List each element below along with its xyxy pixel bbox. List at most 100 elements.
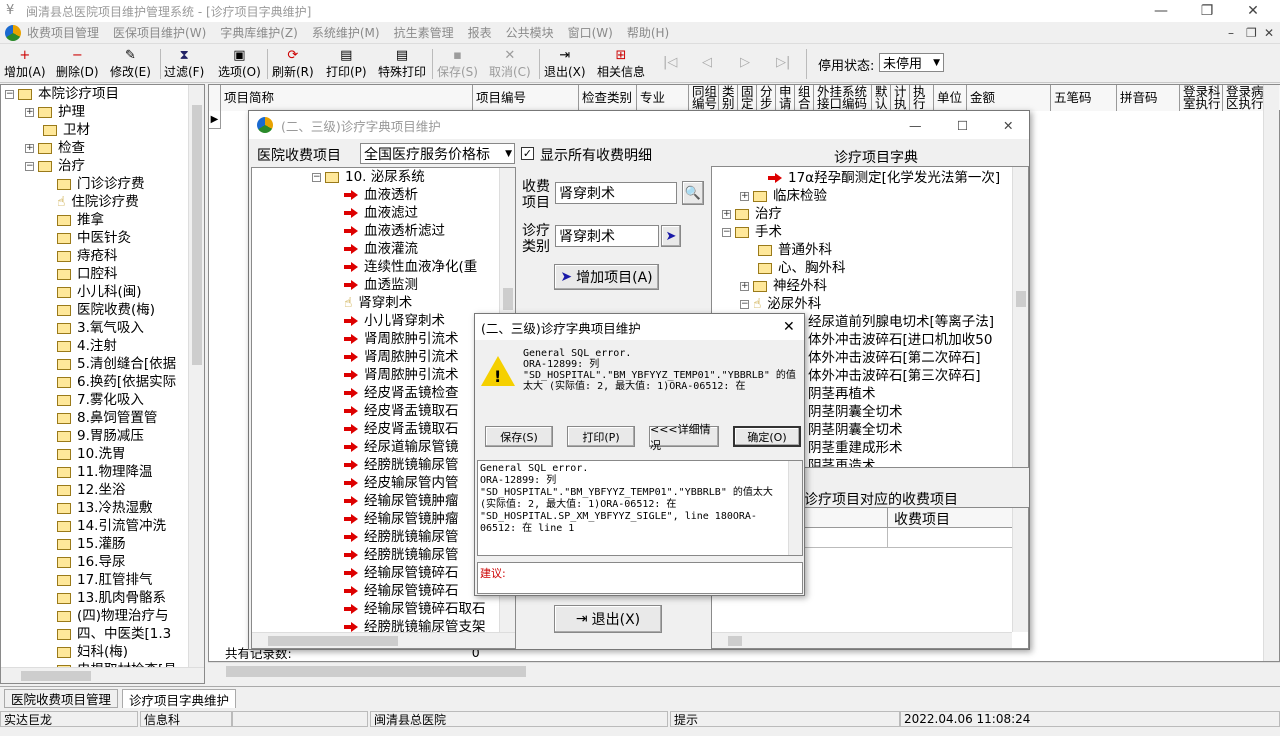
expand-icon[interactable]: + xyxy=(740,281,749,291)
edit-button[interactable]: ✎ 修改(E) xyxy=(110,47,151,81)
fee-source-select[interactable]: 全国医疗服务价格标 ▼ xyxy=(360,143,515,164)
search-button[interactable]: 🔍 xyxy=(682,181,704,205)
menu-dictionary[interactable]: 字典库维护(Z) xyxy=(220,24,298,41)
save-button[interactable]: ▪ 保存(S) xyxy=(437,47,478,81)
suggestion-box[interactable]: 建议: xyxy=(477,562,803,594)
col-amount[interactable]: 金额 xyxy=(967,85,1051,111)
col-exec[interactable]: 执行 xyxy=(910,85,934,111)
expand-icon[interactable]: + xyxy=(25,143,34,153)
tree-item[interactable]: 10.洗胃 xyxy=(57,445,125,463)
error-details-button[interactable]: <<<详细情况 xyxy=(649,423,719,452)
tree-item[interactable]: 卫材 xyxy=(43,121,90,139)
add-button[interactable]: + 增加(A) xyxy=(4,47,46,81)
dict-tree-item[interactable]: 体外冲击波碎石[进口机加收50 xyxy=(808,331,992,349)
tree-item[interactable]: 中医针灸 xyxy=(57,229,131,247)
fee-item-input[interactable]: 肾穿刺术 xyxy=(555,182,677,204)
close-button[interactable]: ✕ xyxy=(1230,0,1276,22)
tree-item[interactable]: + 检查 xyxy=(25,139,85,157)
fee-tree-item[interactable]: 小儿肾穿刺术 xyxy=(344,312,445,330)
dict-tree-item[interactable]: 阴茎重建成形术 xyxy=(808,439,903,457)
col-exam-type[interactable]: 检查类别 xyxy=(579,85,637,111)
col-wubi[interactable]: 五笔码 xyxy=(1051,85,1117,111)
dict-close-button[interactable]: ✕ xyxy=(1003,118,1013,133)
dict-tree-item[interactable]: 经尿道前列腺电切术[等离子法] xyxy=(808,313,994,331)
menu-help[interactable]: 帮助(H) xyxy=(627,24,669,41)
col-combo[interactable]: 组合 xyxy=(795,85,814,111)
fee-tree-item[interactable]: 血液滤过 xyxy=(344,204,418,222)
tab-fee-items[interactable]: 医院收费项目管理 xyxy=(4,689,119,708)
dict-tree-item[interactable]: − ☝ 泌尿外科 xyxy=(740,295,821,313)
dict-max-button[interactable]: ☐ xyxy=(957,118,968,133)
tree-item[interactable]: 痔疮科 xyxy=(57,247,118,265)
fee-tree-item[interactable]: 经皮肾盂镜取石 xyxy=(344,420,459,438)
collapse-icon[interactable]: − xyxy=(740,299,749,309)
print-button[interactable]: ▤ 打印(P) xyxy=(326,47,367,81)
restore-button[interactable]: ❐ xyxy=(1184,0,1230,22)
tree-item[interactable]: 四、中医类[1.3 xyxy=(57,625,171,643)
fee-tree-item[interactable]: 经输尿管镜碎石 xyxy=(344,582,459,600)
tree-item[interactable]: 4.注射 xyxy=(57,337,117,355)
add-item-button[interactable]: ➤ 增加项目(A) xyxy=(554,264,659,290)
tree-item[interactable]: 口腔科 xyxy=(57,265,118,283)
fee-tree-item[interactable]: 经输尿管镜碎石取石 xyxy=(344,600,486,618)
fee-tree-item[interactable]: 经皮肾盂镜检查 xyxy=(344,384,459,402)
fee-tree-item[interactable]: 经输尿管镜碎石 xyxy=(344,564,459,582)
fee-tree-item[interactable]: 肾周脓肿引流术 xyxy=(344,348,459,366)
menu-reports[interactable]: 报表 xyxy=(468,24,492,41)
exit-button[interactable]: ⇥ 退出(X) xyxy=(544,47,586,81)
fee-tree-item[interactable]: 肾周脓肿引流术 xyxy=(344,330,459,348)
fee-tree-item[interactable]: 经膀胱镜输尿管 xyxy=(344,528,459,546)
collapse-icon[interactable]: − xyxy=(722,227,731,237)
next-record-icon[interactable]: ▷ xyxy=(740,55,750,70)
special-print-button[interactable]: ▤ 特殊打印 xyxy=(378,47,426,81)
fee-tree-item[interactable]: 血液透析 xyxy=(344,186,418,204)
menu-insurance[interactable]: 医保项目维护(W) xyxy=(113,24,206,41)
category-input[interactable]: 肾穿刺术 xyxy=(555,225,659,247)
error-detail-scroll[interactable] xyxy=(788,461,802,555)
lower-vscroll[interactable] xyxy=(1012,508,1028,632)
dict-tree-item[interactable]: 阴茎阴囊全切术 xyxy=(808,421,903,439)
tree-item[interactable]: − 治疗 xyxy=(25,157,85,175)
error-ok-button[interactable]: 确定(O) xyxy=(733,426,801,447)
tree-item[interactable]: 11.物理降温 xyxy=(57,463,152,481)
fee-tree-item[interactable]: 经输尿管镜肿瘤 xyxy=(344,492,459,510)
expand-icon[interactable]: + xyxy=(722,209,731,219)
tree-item[interactable]: 13.肌肉骨骼系 xyxy=(57,589,166,607)
tree-item[interactable]: 15.灌肠 xyxy=(57,535,125,553)
fee-tree-item[interactable]: 连续性血液净化(重 xyxy=(344,258,477,276)
col-apply[interactable]: 申请 xyxy=(776,85,795,111)
dict-tree-item[interactable]: 阴茎再植术 xyxy=(808,385,876,403)
filter-button[interactable]: ⧗ 过滤(F) xyxy=(164,47,204,81)
tree-item[interactable]: 门诊诊疗费 xyxy=(57,175,145,193)
dict-tree-item[interactable]: + 神经外科 xyxy=(740,277,827,295)
fee-tree-item[interactable]: 经输尿管镜肿瘤 xyxy=(344,510,459,528)
collapse-icon[interactable]: − xyxy=(5,89,14,99)
tree-item[interactable]: 6.换药[依据实际 xyxy=(57,373,176,391)
col-abbr[interactable]: 项目简称 xyxy=(221,85,473,111)
dict-tree-item[interactable]: 阴茎再造术 xyxy=(808,457,876,467)
col-default[interactable]: 默认 xyxy=(872,85,891,111)
col-ward-exec[interactable]: 登录病区执行 xyxy=(1223,85,1265,111)
lower-hscroll[interactable] xyxy=(712,632,1012,648)
col-step[interactable]: 分步 xyxy=(757,85,776,111)
col-pinyin[interactable]: 拼音码 xyxy=(1117,85,1180,111)
minimize-button[interactable]: — xyxy=(1138,0,1184,22)
fee-tree-item[interactable]: 经膀胱镜输尿管 xyxy=(344,546,459,564)
lower-col-fee[interactable]: 收费项目 xyxy=(894,509,950,529)
expand-icon[interactable]: + xyxy=(25,107,34,117)
tree-item[interactable]: 12.坐浴 xyxy=(57,481,125,499)
error-print-button[interactable]: 打印(P) xyxy=(567,426,635,447)
fee-tree-item[interactable]: 经尿道输尿管镜 xyxy=(344,438,459,456)
fee-tree-hscroll[interactable] xyxy=(252,632,515,648)
mdi-restore-button[interactable]: ❐ xyxy=(1246,26,1257,40)
first-record-icon[interactable]: |◁ xyxy=(663,55,677,70)
left-tree-vscroll[interactable] xyxy=(188,85,204,669)
tree-item[interactable]: 14.引流管冲洗 xyxy=(57,517,166,535)
dict-min-button[interactable]: — xyxy=(909,118,922,133)
dict-tree-vscroll[interactable] xyxy=(1012,167,1028,467)
tree-item[interactable]: 妇科(梅) xyxy=(57,643,128,661)
mdi-min-button[interactable]: – xyxy=(1228,26,1234,40)
tree-item[interactable]: 推拿 xyxy=(57,211,104,229)
dict-exit-button[interactable]: ⇥ 退出(X) xyxy=(554,605,662,633)
fee-tree-item[interactable]: 经皮肾盂镜取石 xyxy=(344,402,459,420)
